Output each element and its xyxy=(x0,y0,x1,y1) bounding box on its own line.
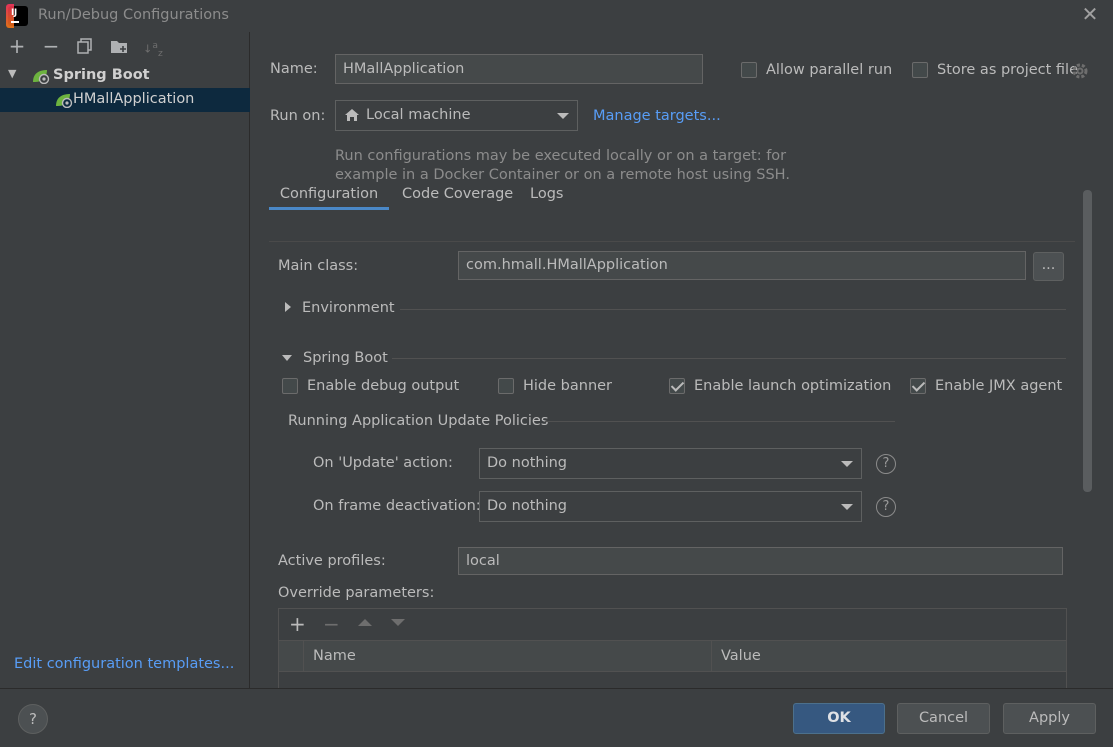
update-policies-title: Running Application Update Policies xyxy=(288,413,549,429)
chevron-down-icon xyxy=(841,461,853,467)
hide-banner-checkbox[interactable] xyxy=(498,378,514,394)
enable-debug-output-label: Enable debug output xyxy=(307,378,460,394)
main-class-label: Main class: xyxy=(278,258,359,274)
store-as-project-file-label: Store as project file xyxy=(937,62,1078,78)
spring-boot-section-toggle[interactable]: Spring Boot xyxy=(303,350,388,366)
on-update-action-select[interactable]: Do nothing xyxy=(479,448,862,479)
active-profiles-field[interactable]: local xyxy=(458,547,1063,575)
title-bar: IJ Run/Debug Configurations ✕ xyxy=(0,0,1113,32)
active-profiles-label: Active profiles: xyxy=(278,553,386,569)
tab-logs[interactable]: Logs xyxy=(530,180,563,210)
enable-launch-optimization-checkbox[interactable] xyxy=(669,378,685,394)
run-on-label: Run on: xyxy=(270,108,326,124)
chevron-down-icon xyxy=(841,504,853,510)
run-on-value: Local machine xyxy=(366,107,471,123)
sort-configurations-button[interactable]: ↓az xyxy=(141,34,165,59)
main-class-field[interactable]: com.hmall.HMallApplication xyxy=(458,251,1026,280)
on-frame-deactivation-label: On frame deactivation: xyxy=(313,498,481,514)
tab-configuration[interactable]: Configuration xyxy=(269,180,389,210)
remove-configuration-button[interactable]: − xyxy=(39,34,63,58)
help-icon[interactable]: ? xyxy=(876,454,896,474)
move-down-icon[interactable] xyxy=(391,619,405,626)
column-name-header[interactable]: Name xyxy=(313,648,356,664)
tree-item-hmallapplication[interactable]: HMallApplication xyxy=(0,88,250,112)
spring-boot-divider xyxy=(392,358,1066,359)
environment-section-toggle[interactable]: Environment xyxy=(302,300,395,316)
chevron-down-icon[interactable] xyxy=(282,355,292,361)
dialog-button-bar: ? OK Cancel Apply xyxy=(0,688,1113,747)
chevron-down-icon xyxy=(557,113,569,119)
on-update-action-value: Do nothing xyxy=(487,455,568,471)
update-policies-divider xyxy=(545,421,895,422)
allow-parallel-run-checkbox[interactable] xyxy=(741,62,757,78)
environment-divider xyxy=(400,309,1066,310)
home-icon xyxy=(344,108,360,126)
name-field[interactable]: HMallApplication xyxy=(335,54,703,84)
apply-button[interactable]: Apply xyxy=(1003,703,1096,734)
override-parameters-table: + − Name Value xyxy=(278,608,1067,688)
add-parameter-button[interactable]: + xyxy=(289,612,306,636)
spring-boot-icon xyxy=(31,68,51,88)
window-title: Run/Debug Configurations xyxy=(38,7,229,23)
tab-divider xyxy=(269,241,1075,242)
run-on-select[interactable]: Local machine xyxy=(335,100,578,131)
help-icon[interactable]: ? xyxy=(876,497,896,517)
tree-group-spring-boot[interactable]: ▼ Spring Boot xyxy=(0,64,250,88)
browse-main-class-button[interactable]: ... xyxy=(1033,252,1064,281)
spring-boot-run-icon xyxy=(54,92,74,112)
close-icon[interactable]: ✕ xyxy=(1080,3,1100,25)
tree-item-label: HMallApplication xyxy=(73,91,195,107)
move-up-icon[interactable] xyxy=(358,619,372,626)
on-frame-deactivation-value: Do nothing xyxy=(487,498,568,514)
store-as-project-file-checkbox[interactable] xyxy=(912,62,928,78)
on-update-action-label: On 'Update' action: xyxy=(313,455,453,471)
help-button[interactable]: ? xyxy=(18,704,48,734)
configuration-tree-pane: + − ↓az ▼ Spring Boot HMallApplication E… xyxy=(0,32,250,688)
on-frame-deactivation-select[interactable]: Do nothing xyxy=(479,491,862,522)
column-value-header[interactable]: Value xyxy=(721,648,761,664)
enable-debug-output-checkbox[interactable] xyxy=(282,378,298,394)
add-configuration-button[interactable]: + xyxy=(5,34,29,58)
tab-code-coverage[interactable]: Code Coverage xyxy=(402,180,513,210)
remove-parameter-button[interactable]: − xyxy=(323,612,340,636)
tree-group-label: Spring Boot xyxy=(53,67,150,83)
allow-parallel-run-label: Allow parallel run xyxy=(766,62,893,78)
enable-jmx-agent-label: Enable JMX agent xyxy=(935,378,1063,394)
edit-configuration-templates-link[interactable]: Edit configuration templates... xyxy=(14,656,234,672)
enable-jmx-agent-checkbox[interactable] xyxy=(910,378,926,394)
name-label: Name: xyxy=(270,61,318,77)
table-header: Name Value xyxy=(279,640,1066,672)
cancel-button[interactable]: Cancel xyxy=(897,703,990,734)
enable-launch-optimization-label: Enable launch optimization xyxy=(694,378,892,394)
ok-button[interactable]: OK xyxy=(793,703,885,734)
intellij-logo-icon: IJ xyxy=(6,4,28,28)
copy-configuration-button[interactable] xyxy=(73,34,97,58)
hide-banner-label: Hide banner xyxy=(523,378,613,394)
vertical-scrollbar[interactable] xyxy=(1083,190,1092,492)
override-parameters-label: Override parameters: xyxy=(278,585,435,601)
chevron-down-icon[interactable]: ▼ xyxy=(8,67,16,80)
chevron-right-icon[interactable] xyxy=(285,302,291,312)
manage-targets-link[interactable]: Manage targets... xyxy=(593,108,721,124)
new-folder-button[interactable] xyxy=(107,34,131,58)
gear-icon[interactable] xyxy=(1071,62,1089,84)
